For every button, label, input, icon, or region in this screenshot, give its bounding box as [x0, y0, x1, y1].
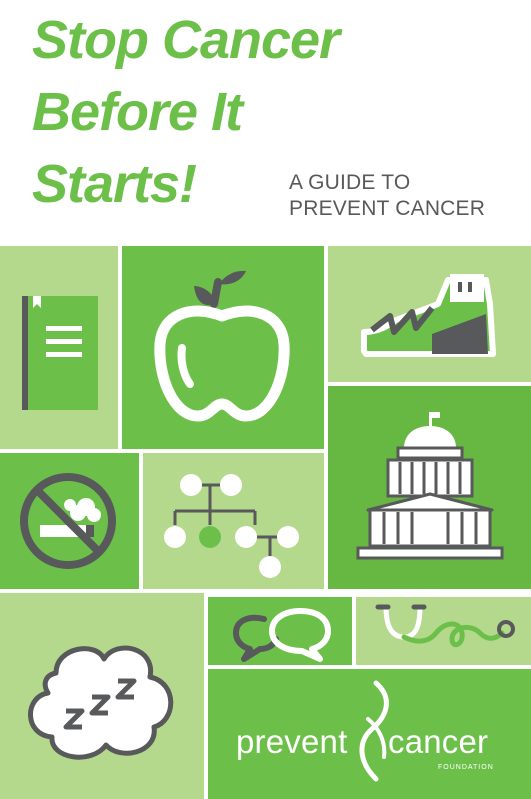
tile-logo: prevent cancer FOUNDATION [208, 669, 531, 799]
logo-word-cancer: cancer [388, 723, 489, 760]
subtitle-line-2: PREVENT CANCER [289, 197, 486, 220]
tile-sleep [0, 593, 204, 799]
title-line-1: Stop Cancer [32, 10, 340, 70]
apple-icon [154, 270, 290, 422]
sleep-zzz-icon [28, 645, 174, 760]
title-line-2: Before It [32, 82, 243, 142]
cover-subtitle: A GUIDE TO PREVENT CANCER [289, 170, 485, 222]
stethoscope-icon [375, 604, 515, 648]
sneaker-icon [361, 274, 496, 357]
tile-no-smoking [0, 453, 139, 589]
logo-word-prevent: prevent [236, 723, 348, 760]
tile-sneaker [328, 246, 531, 382]
notebook-icon [22, 296, 98, 410]
family-tree-icon [164, 474, 299, 578]
tile-apple [122, 246, 324, 449]
capitol-building-icon [356, 412, 504, 560]
foundation-logo: prevent cancer FOUNDATION [208, 669, 531, 799]
tile-family-tree [143, 453, 324, 589]
tile-speech [208, 597, 352, 665]
tile-notebook [0, 246, 118, 449]
no-smoking-icon [20, 473, 116, 569]
cover-page: Stop Cancer Before It Starts! A GUIDE TO… [0, 0, 531, 799]
tile-capitol [328, 386, 531, 589]
logo-tagline: FOUNDATION [438, 764, 494, 771]
icon-grid: prevent cancer FOUNDATION [0, 243, 531, 799]
tile-stethoscope [356, 597, 531, 665]
subtitle-line-1: A GUIDE TO [289, 171, 411, 194]
speech-bubbles-icon [233, 608, 331, 662]
